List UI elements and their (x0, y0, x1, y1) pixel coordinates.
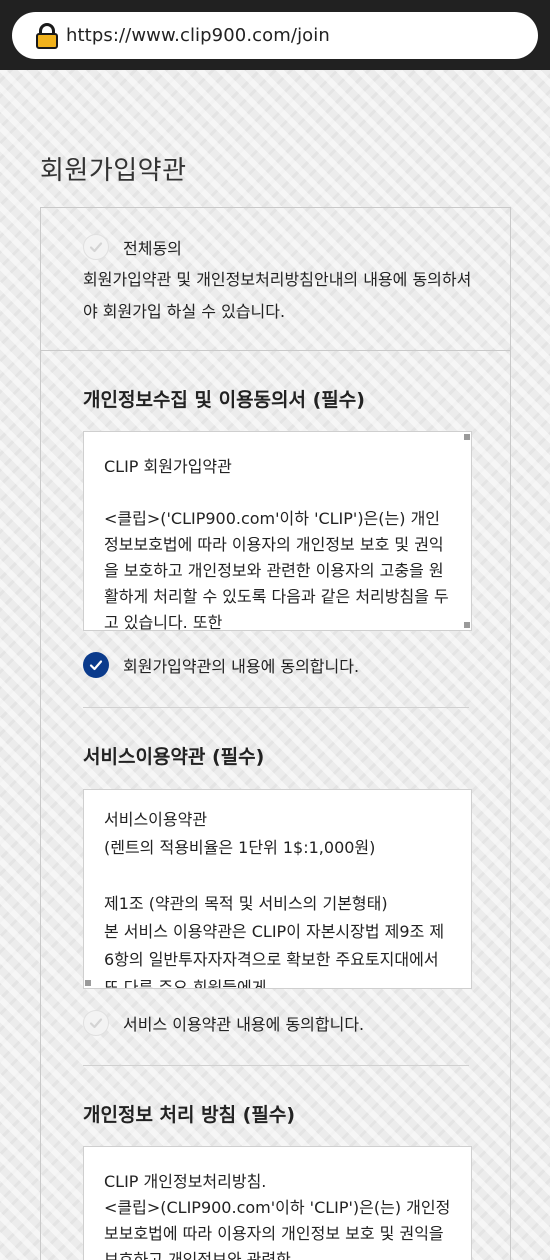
agree-all-row[interactable]: 전체동의 (83, 234, 182, 260)
agree-privacy-collection-checkbox[interactable] (83, 652, 109, 678)
check-icon (89, 1018, 103, 1029)
browser-toolbar: https://www.clip900.com/join (0, 0, 550, 70)
agree-all-checkbox[interactable] (83, 234, 109, 260)
agree-service-terms-label: 서비스 이용약관 내용에 동의합니다. (123, 1015, 365, 1034)
terms-card: 전체동의 회원가입약관 및 개인정보처리방침안내의 내용에 동의하셔야 회원가입… (40, 207, 511, 1260)
section-title-privacy-policy: 개인정보 처리 방침 (필수) (83, 1104, 296, 1126)
scroll-left-icon[interactable] (85, 980, 91, 986)
agree-all-description: 회원가입약관 및 개인정보처리방침안내의 내용에 동의하셔야 회원가입 하실 수… (83, 270, 472, 321)
agree-all-panel: 전체동의 회원가입약관 및 개인정보처리방침안내의 내용에 동의하셔야 회원가입… (41, 208, 510, 351)
check-icon (89, 242, 103, 253)
lock-icon (36, 22, 58, 49)
agree-privacy-collection-label: 회원가입약관의 내용에 동의합니다. (123, 657, 360, 676)
agree-service-terms-checkbox[interactable] (83, 1010, 109, 1036)
section-divider (83, 707, 469, 708)
address-bar[interactable]: https://www.clip900.com/join (12, 12, 538, 59)
section-title-service-terms: 서비스이용약관 (필수) (83, 746, 265, 768)
scroll-down-icon[interactable] (464, 622, 470, 628)
check-icon (89, 660, 103, 671)
agree-all-label: 전체동의 (123, 239, 182, 258)
terms-text: 서비스이용약관 (렌트의 적용비율은 1단위 1$:1,000원) 제1조 (약… (104, 810, 445, 989)
terms-box-privacy-policy[interactable]: CLIP 개인정보처리방침. <클립>(CLIP900.com'이하 'CLIP… (83, 1146, 472, 1260)
terms-text: CLIP 개인정보처리방침. <클립>(CLIP900.com'이하 'CLIP… (104, 1172, 451, 1260)
url-text[interactable]: https://www.clip900.com/join (66, 25, 330, 46)
agree-service-terms-row[interactable]: 서비스 이용약관 내용에 동의합니다. (83, 1010, 364, 1036)
terms-box-privacy-collection[interactable]: CLIP 회원가입약관 <클립>('CLIP900.com'이하 'CLIP')… (83, 431, 472, 631)
scroll-up-icon[interactable] (464, 434, 470, 440)
terms-text: CLIP 회원가입약관 <클립>('CLIP900.com'이하 'CLIP')… (104, 457, 449, 631)
section-divider (83, 1065, 469, 1066)
page-title: 회원가입약관 (40, 156, 187, 186)
terms-box-service-terms[interactable]: 서비스이용약관 (렌트의 적용비율은 1단위 1$:1,000원) 제1조 (약… (83, 789, 472, 989)
agree-privacy-collection-row[interactable]: 회원가입약관의 내용에 동의합니다. (83, 652, 359, 678)
section-title-privacy-collection: 개인정보수집 및 이용동의서 (필수) (83, 389, 365, 411)
